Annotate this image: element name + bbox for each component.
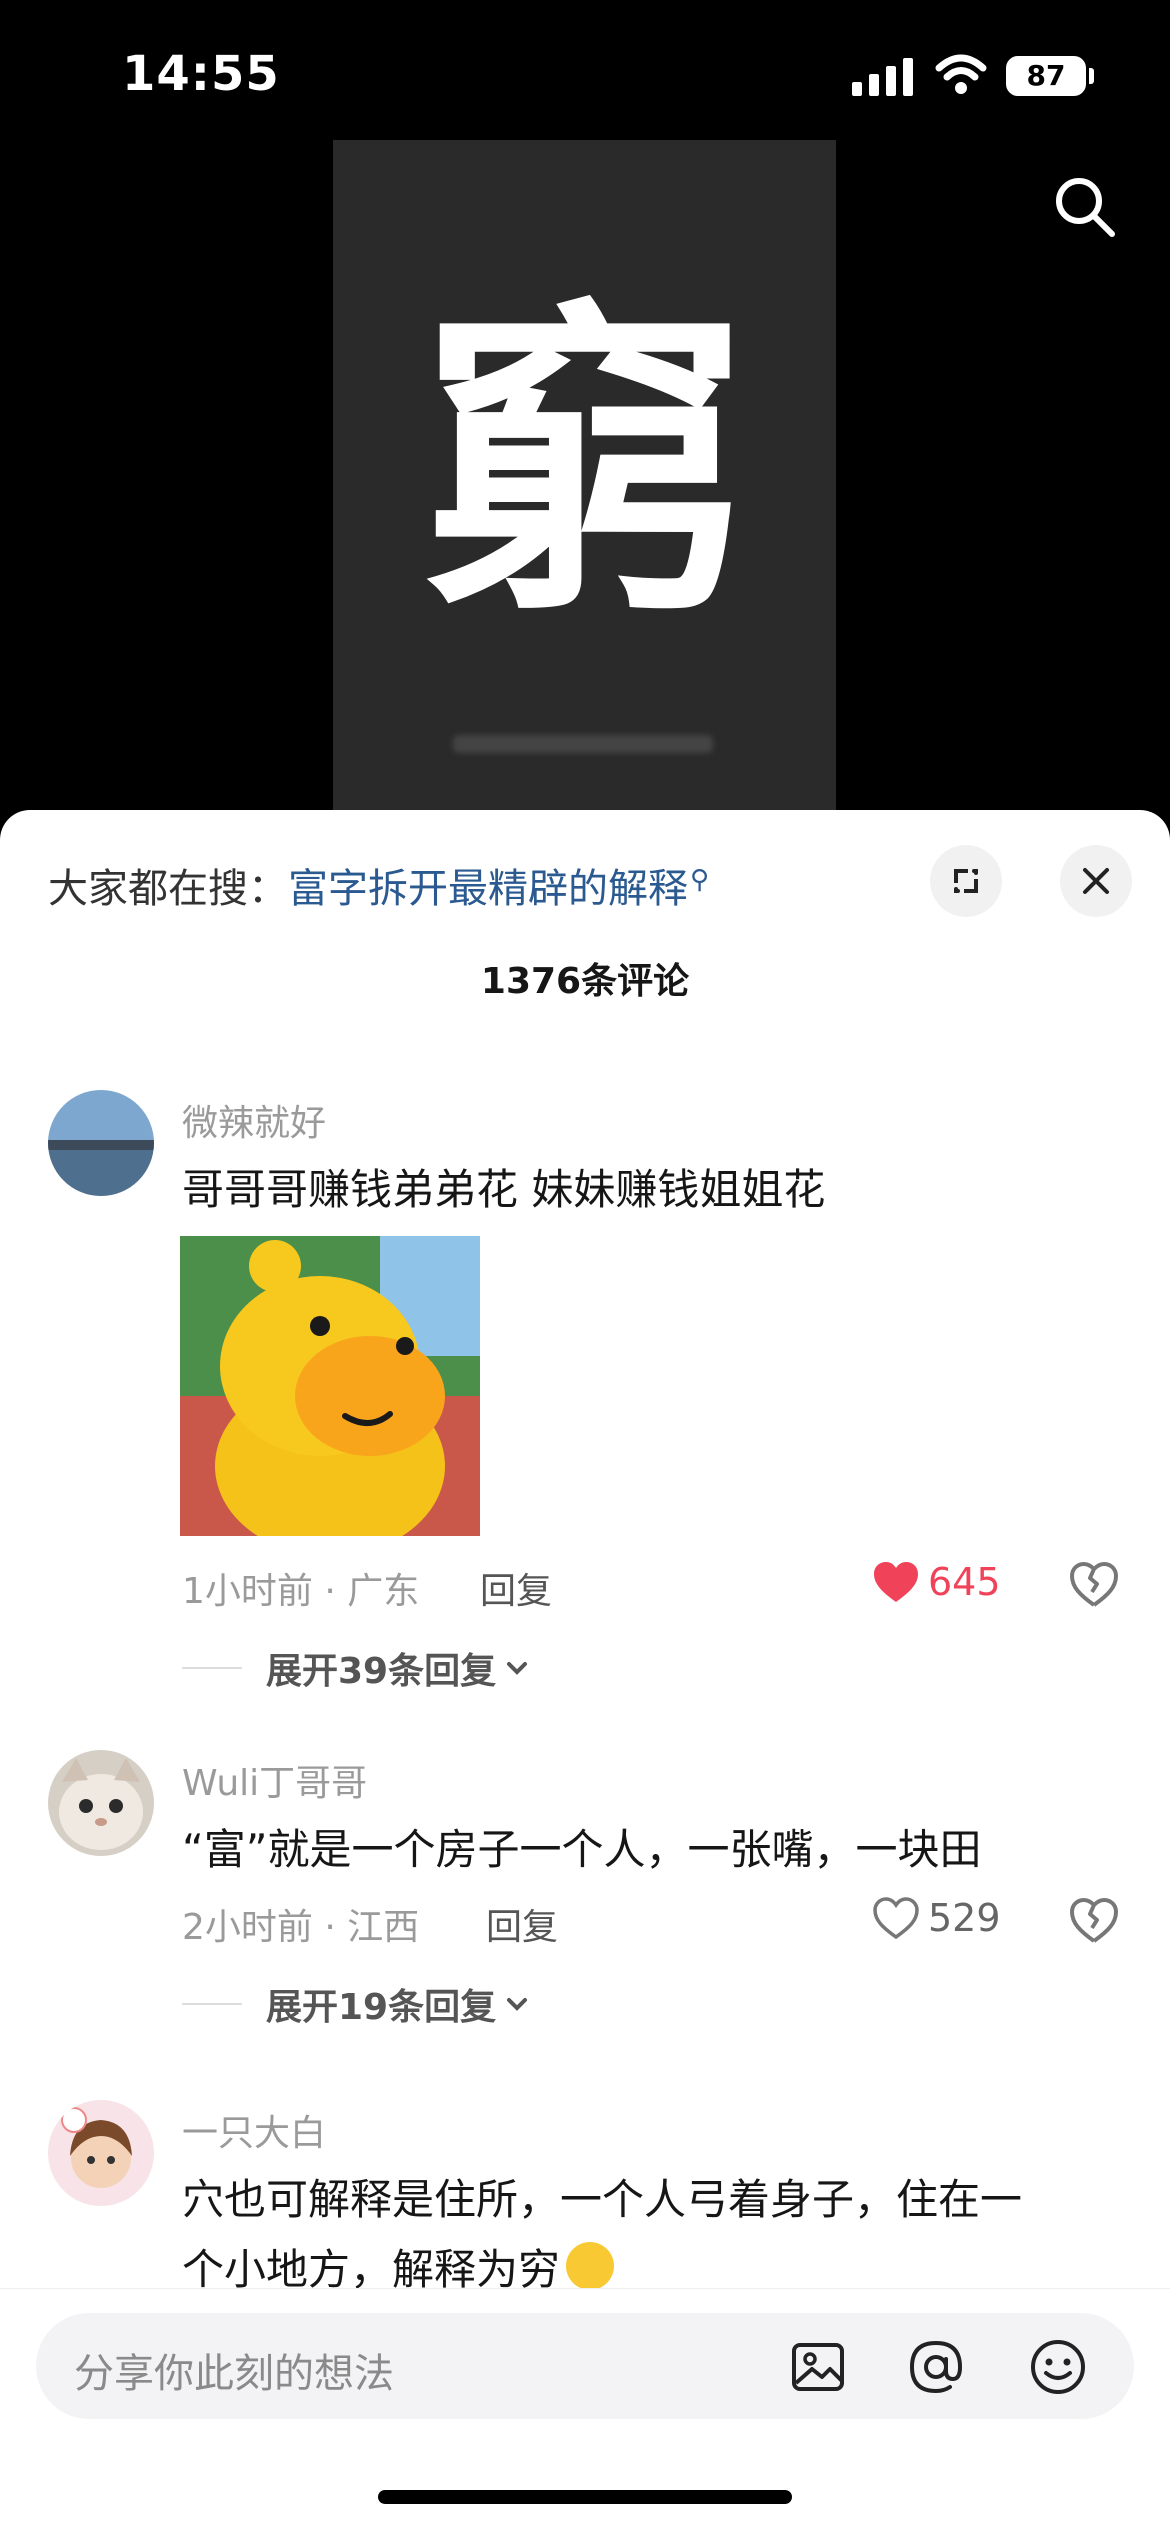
hot-search[interactable]: 大家都在搜：富字拆开最精辟的解释⚲ bbox=[48, 856, 709, 914]
chevron-down-icon bbox=[507, 1662, 528, 1675]
search-icon[interactable] bbox=[1050, 172, 1120, 242]
comment-input[interactable]: 分享你此刻的想法 bbox=[36, 2313, 1134, 2419]
heart-outline-icon bbox=[873, 1897, 919, 1940]
comment-meta: 2小时前 · 江西 bbox=[182, 1907, 420, 1948]
expand-replies-label: 展开39条回复 bbox=[266, 1651, 497, 1692]
divider bbox=[182, 1667, 242, 1669]
avatar[interactable] bbox=[48, 1090, 154, 1196]
battery-icon: 87 bbox=[1006, 56, 1086, 96]
like-count: 529 bbox=[928, 1896, 1001, 1940]
reply-button[interactable]: 回复 bbox=[480, 1562, 552, 1614]
hot-search-query[interactable]: 富字拆开最精辟的解释 bbox=[288, 866, 688, 912]
username[interactable]: 微辣就好 bbox=[182, 1094, 326, 1146]
close-icon bbox=[1083, 868, 1109, 894]
comment-text-line-2-text: 个小地方，解释为穷 bbox=[182, 2245, 561, 2294]
comment-text: “富”就是一个房子一个人，一张嘴，一块田 bbox=[182, 1825, 982, 1874]
signal-icon bbox=[852, 58, 914, 96]
search-icon: ⚲ bbox=[690, 865, 710, 895]
sleepy-emoji-icon bbox=[566, 2242, 615, 2290]
comment-text: 哥哥哥赚钱弟弟花 妹妹赚钱姐姐花 bbox=[182, 1165, 826, 1214]
video-caption-blur bbox=[453, 735, 713, 753]
avatar[interactable] bbox=[48, 2100, 154, 2206]
username[interactable]: Wuli丁哥哥 bbox=[182, 1754, 367, 1806]
like-button[interactable]: 529 bbox=[872, 1896, 1001, 1940]
status-bar: 14:55 87 bbox=[0, 0, 1170, 150]
reply-button[interactable]: 回复 bbox=[486, 1898, 558, 1950]
comment-input-placeholder: 分享你此刻的想法 bbox=[74, 2351, 394, 2397]
battery-tip bbox=[1089, 68, 1094, 84]
expand-replies-button[interactable]: 展开19条回复 bbox=[182, 1978, 532, 2030]
expand-replies-button[interactable]: 展开39条回复 bbox=[182, 1642, 532, 1694]
video-frame[interactable]: 窮 bbox=[333, 140, 836, 810]
comment-meta: 1小时前 · 广东 bbox=[182, 1571, 420, 1612]
divider bbox=[182, 2003, 242, 2005]
chevron-down-icon bbox=[507, 1998, 528, 2011]
expand-icon bbox=[954, 869, 978, 893]
sticker-image[interactable] bbox=[180, 1236, 480, 1536]
comment-sheet: 大家都在搜：富字拆开最精辟的解释⚲ 1376条评论 微辣就好 哥哥哥赚钱弟弟花 … bbox=[0, 810, 1170, 2532]
close-button[interactable] bbox=[1060, 845, 1132, 917]
avatar[interactable] bbox=[48, 1750, 154, 1856]
broken-heart-icon[interactable] bbox=[1068, 1896, 1120, 1944]
wifi-icon bbox=[935, 54, 987, 94]
video-glyph: 窮 bbox=[419, 273, 750, 657]
comment-count: 1376条评论 bbox=[480, 961, 690, 1002]
home-indicator bbox=[378, 2490, 792, 2504]
emoji-icon[interactable] bbox=[1028, 2337, 1088, 2397]
like-count: 645 bbox=[928, 1560, 1001, 1604]
hot-search-label: 大家都在搜： bbox=[48, 866, 288, 912]
image-icon[interactable] bbox=[788, 2337, 848, 2397]
expand-replies-label: 展开19条回复 bbox=[266, 1987, 497, 2028]
username[interactable]: 一只大白 bbox=[182, 2104, 326, 2156]
status-time: 14:55 bbox=[122, 46, 280, 102]
like-button[interactable]: 645 bbox=[872, 1560, 1001, 1604]
broken-heart-icon[interactable] bbox=[1068, 1560, 1120, 1608]
at-icon[interactable] bbox=[906, 2337, 966, 2397]
comment-text-line-1: 穴也可解释是住所，一个人弓着身子，住在一 bbox=[182, 2175, 1023, 2224]
heart-filled-icon bbox=[874, 1562, 918, 1602]
expand-button[interactable] bbox=[930, 845, 1002, 917]
